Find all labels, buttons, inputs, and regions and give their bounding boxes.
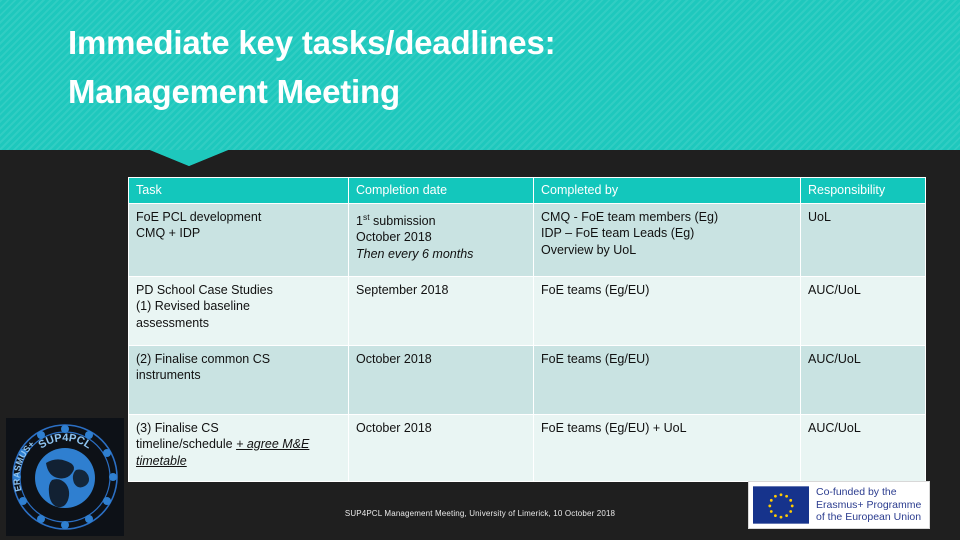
page-title: Immediate key tasks/deadlines: Managemen…	[68, 24, 556, 110]
column-header-responsibility: Responsibility	[800, 177, 926, 204]
table-header-row: Task Completion date Completed by Respon…	[128, 177, 926, 204]
cell-completion-date: September 2018	[348, 275, 534, 346]
cell-completed-by: CMQ - FoE team members (Eg) IDP – FoE te…	[533, 202, 801, 277]
eu-cofunded-logo: Co-funded by the Erasmus+ Programme of t…	[748, 481, 930, 529]
cell-responsibility: AUC/UoL	[800, 413, 926, 482]
banner-notch-triangle	[150, 150, 228, 166]
table-header: Task Completion date Completed by Respon…	[128, 177, 926, 204]
table-row: (2) Finalise common CS instruments Octob…	[128, 344, 926, 415]
cell-task: PD School Case Studies (1) Revised basel…	[128, 275, 349, 346]
table-body: FoE PCL development CMQ + IDP 1st submis…	[128, 202, 926, 482]
cell-responsibility: AUC/UoL	[800, 275, 926, 346]
cell-completed-by: FoE teams (Eg/EU)	[533, 275, 801, 346]
presentation-slide: Immediate key tasks/deadlines: Managemen…	[0, 0, 960, 540]
date-month-year: October 2018	[356, 230, 432, 245]
column-header-task: Task	[128, 177, 349, 204]
table-row: (3) Finalise CS timeline/schedule + agre…	[128, 413, 926, 482]
cell-completion-date: October 2018	[348, 413, 534, 482]
column-header-completed-by: Completed by	[533, 177, 801, 204]
cell-completion-date: October 2018	[348, 344, 534, 415]
eu-flag-icon	[753, 486, 809, 524]
eu-cofunded-text: Co-funded by the Erasmus+ Programme of t…	[816, 486, 922, 524]
sup4pcl-logo: SUP4PCL ERASMUS+	[6, 418, 124, 536]
cell-completion-date: 1st submission October 2018 Then every 6…	[348, 202, 534, 277]
date-submission-label: submission	[369, 213, 436, 228]
cell-task: FoE PCL development CMQ + IDP	[128, 202, 349, 277]
date-ordinal-suffix: st	[362, 211, 370, 222]
column-header-completion-date: Completion date	[348, 177, 534, 204]
table-row: FoE PCL development CMQ + IDP 1st submis…	[128, 202, 926, 277]
tasks-deadlines-table: Task Completion date Completed by Respon…	[128, 177, 926, 482]
cell-responsibility: AUC/UoL	[800, 344, 926, 415]
date-recurrence-note: Then every 6 months	[356, 246, 474, 261]
cell-task: (3) Finalise CS timeline/schedule + agre…	[128, 413, 349, 482]
task-plain-text: (3) Finalise CS timeline/schedule	[136, 420, 233, 452]
cell-completed-by: FoE teams (Eg/EU)	[533, 344, 801, 415]
cell-task: (2) Finalise common CS instruments	[128, 344, 349, 415]
table-row: PD School Case Studies (1) Revised basel…	[128, 275, 926, 346]
cell-responsibility: UoL	[800, 202, 926, 277]
sup4pcl-logo-graphic: SUP4PCL ERASMUS+	[6, 418, 124, 536]
cell-completed-by: FoE teams (Eg/EU) + UoL	[533, 413, 801, 482]
date-ordinal-number: 1	[356, 213, 363, 228]
